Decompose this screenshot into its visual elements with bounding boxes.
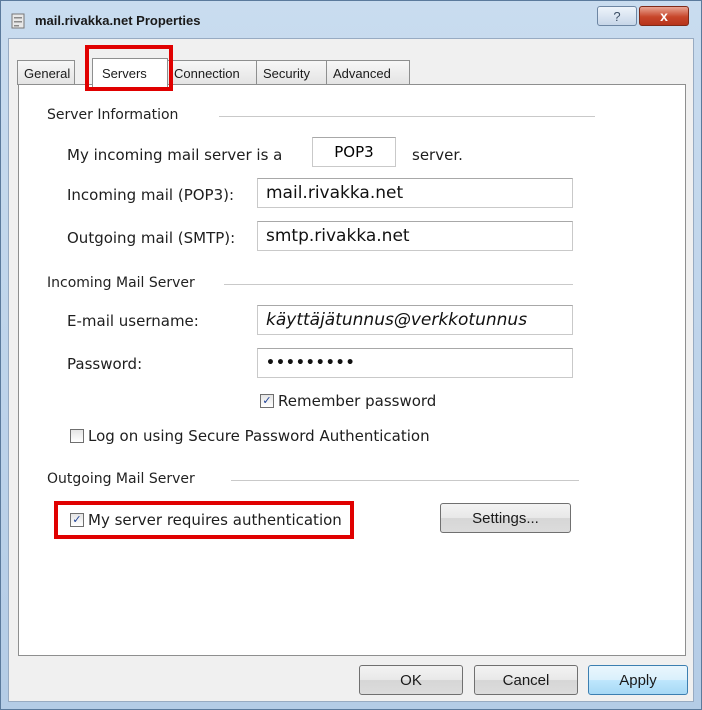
username-field[interactable]: käyttäjätunnus@verkkotunnus: [257, 305, 573, 335]
incoming-mail-field[interactable]: mail.rivakka.net: [257, 178, 573, 208]
incoming-mail-label: Incoming mail (POP3):: [67, 186, 235, 204]
spa-checkbox[interactable]: [70, 429, 84, 443]
servers-panel: Server Information My incoming mail serv…: [18, 84, 686, 656]
tab-security[interactable]: Security: [256, 60, 327, 85]
tab-servers[interactable]: Servers: [92, 58, 168, 87]
tab-general[interactable]: General: [17, 60, 75, 85]
server-type-value: POP3: [312, 137, 396, 167]
window-title: mail.rivakka.net Properties: [35, 13, 201, 28]
ok-button[interactable]: OK: [359, 665, 463, 695]
smtp-auth-checkbox[interactable]: ✓: [70, 513, 84, 527]
help-icon: ?: [613, 8, 621, 24]
smtp-auth-label[interactable]: My server requires authentication: [88, 511, 342, 529]
password-label: Password:: [67, 355, 143, 373]
remember-password-label[interactable]: Remember password: [278, 392, 436, 410]
outgoing-server-divider: [231, 480, 579, 481]
help-button[interactable]: ?: [597, 6, 637, 26]
tab-connection[interactable]: Connection: [167, 60, 257, 85]
title-bar[interactable]: mail.rivakka.net Properties ? x: [1, 1, 701, 39]
remember-password-checkbox[interactable]: ✓: [260, 394, 274, 408]
outgoing-mail-label: Outgoing mail (SMTP):: [67, 229, 236, 247]
outgoing-settings-button[interactable]: Settings...: [440, 503, 571, 533]
server-type-suffix: server.: [412, 146, 463, 164]
close-icon: x: [660, 8, 668, 24]
server-type-label: My incoming mail server is a: [67, 146, 283, 164]
username-label: E-mail username:: [67, 312, 199, 330]
server-information-heading: Server Information: [47, 107, 179, 123]
server-information-divider: [219, 116, 595, 117]
close-button[interactable]: x: [639, 6, 689, 26]
outgoing-mail-field[interactable]: smtp.rivakka.net: [257, 221, 573, 251]
incoming-server-heading: Incoming Mail Server: [47, 275, 195, 291]
tab-advanced[interactable]: Advanced: [326, 60, 410, 85]
incoming-server-divider: [224, 284, 573, 285]
spa-label[interactable]: Log on using Secure Password Authenticat…: [88, 427, 430, 445]
mail-account-icon: [11, 13, 25, 29]
password-field[interactable]: •••••••••: [257, 348, 573, 378]
cancel-button[interactable]: Cancel: [474, 665, 578, 695]
apply-button[interactable]: Apply: [588, 665, 688, 695]
outgoing-server-heading: Outgoing Mail Server: [47, 471, 195, 487]
